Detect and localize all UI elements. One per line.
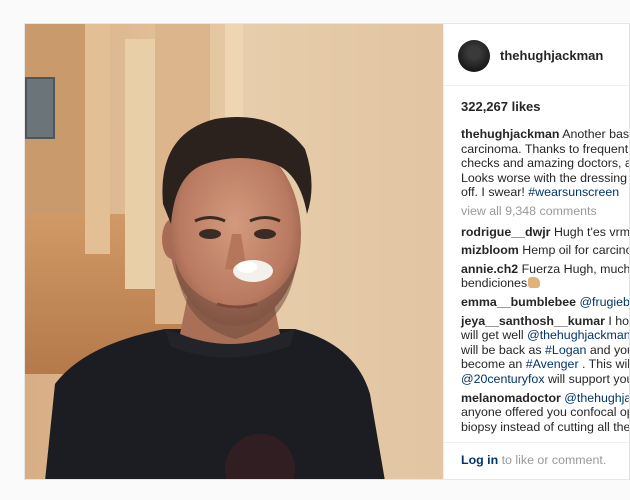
- login-link[interactable]: Log in: [461, 453, 498, 467]
- comment-hashtag[interactable]: #Logan: [545, 343, 586, 357]
- comment-mention[interactable]: @thehughjackman: [527, 328, 629, 342]
- instagram-post-card: thehughjackman 322,267 likes thehughjack…: [24, 23, 630, 480]
- caption-line-2: carcinoma. Thanks to frequent bod: [461, 141, 629, 156]
- comment-hashtag[interactable]: #Avenger: [526, 357, 579, 371]
- comments-section: thehughjackman Another basal ce carcinom…: [461, 127, 630, 438]
- comment-mention[interactable]: @frugieblog: [579, 295, 629, 309]
- comment-username[interactable]: annie.ch2: [461, 262, 518, 276]
- post-photo[interactable]: [25, 24, 443, 479]
- post-author-username[interactable]: thehughjackman: [500, 48, 603, 63]
- comment-text: will support you: [544, 371, 630, 386]
- comment-item: mizbloom Hemp oil for carcinoma: [461, 243, 629, 258]
- view-all-comments-link[interactable]: view all 9,348 comments: [461, 204, 629, 219]
- caption-line-1: Another basal ce: [562, 127, 630, 141]
- comment-item: rodrigue__dwjr Hugh t'es vrmt la fa: [461, 224, 630, 240]
- post-photo-illustration: [25, 24, 443, 479]
- comment-text: will get well: [461, 328, 528, 343]
- caption-line-3: checks and amazing doctors, all is: [461, 156, 629, 171]
- comment-username[interactable]: melanomadoctor: [461, 391, 561, 405]
- login-prompt-text: to like or comment.: [498, 453, 607, 467]
- comment-text: and you wi: [589, 342, 629, 357]
- comment-text: Fuerza Hugh, muchas: [521, 261, 630, 276]
- login-prompt: Log in to like or comment.: [461, 453, 606, 467]
- comment-username[interactable]: rodrigue__dwjr: [461, 225, 551, 239]
- post-header: thehughjackman: [444, 24, 629, 86]
- caption-line-5: off. I swear!: [461, 185, 529, 200]
- comment-username[interactable]: emma__bumblebee: [461, 295, 576, 309]
- comment-item: annie.ch2 Fuerza Hugh, muchas bendicione…: [461, 261, 630, 291]
- comment-text-line-2: bendiciones: [461, 276, 528, 291]
- comment-text: become an: [461, 357, 526, 372]
- caption-line-4: Looks worse with the dressing on: [461, 170, 630, 185]
- flexed-biceps-emoji-icon: [528, 277, 541, 289]
- comment-text: anyone offered you confocal optic: [461, 405, 630, 420]
- comment-text: Hugh t'es vrmt la fa: [553, 224, 630, 239]
- comment-username[interactable]: jeya__santhosh__kumar: [461, 314, 605, 328]
- comment-mention[interactable]: @thehughjackm: [564, 391, 629, 405]
- profile-avatar-icon[interactable]: [458, 40, 490, 72]
- caption-hashtag[interactable]: #wearsunscreen: [528, 185, 619, 199]
- comment-item: jeya__santhosh__kumar I hope that will g…: [461, 313, 630, 387]
- comment-mention[interactable]: @20centuryfox: [461, 372, 545, 386]
- post-sidebar: thehughjackman 322,267 likes thehughjack…: [443, 24, 630, 479]
- post-footer: Log in to like or comment.: [444, 442, 629, 479]
- comment-text: biopsy instead of cutting all the tim: [461, 419, 630, 434]
- caption-username[interactable]: thehughjackman: [461, 127, 559, 141]
- comment-text: will be back as: [461, 342, 546, 357]
- comment-text: I hope that: [608, 313, 630, 328]
- comment-text: . This will ha: [582, 357, 630, 372]
- comment-username[interactable]: mizbloom: [461, 243, 519, 257]
- comment-text: Hemp oil for carcinoma: [522, 243, 629, 258]
- comment-item: emma__bumblebee @frugieblog: [461, 295, 629, 310]
- likes-count[interactable]: 322,267 likes: [461, 99, 541, 114]
- comment-item: melanomadoctor @thehughjackm anyone offe…: [461, 391, 630, 435]
- caption: thehughjackman Another basal ce carcinom…: [461, 127, 630, 200]
